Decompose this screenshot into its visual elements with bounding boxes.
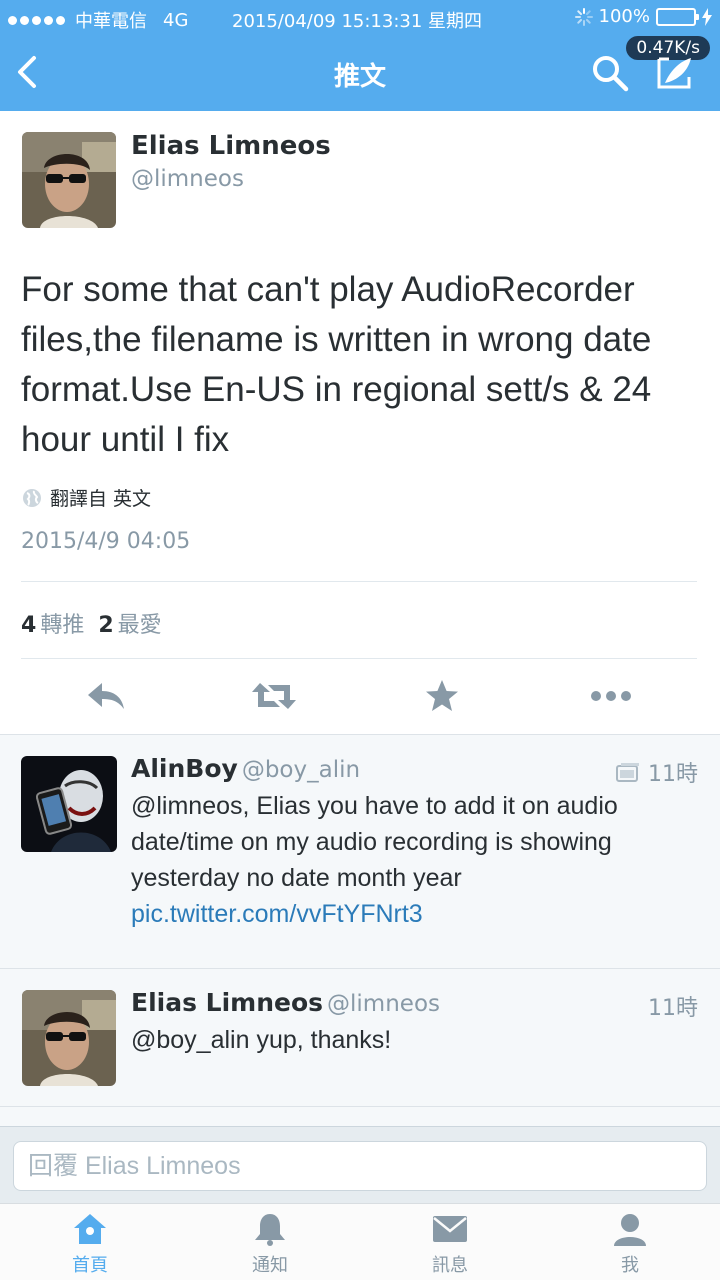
status-bar: 中華電信 4G 2015/04/09 15:13:31 星期四 100% xyxy=(0,0,720,36)
reply-text: @boy_alin yup, thanks! xyxy=(131,1026,392,1054)
reply-author-handle: @boy_alin xyxy=(241,757,361,783)
reply-timestamp: 11時 xyxy=(648,762,698,787)
tab-label: 我 xyxy=(621,1255,639,1276)
retweet-stat-label: 轉推 xyxy=(40,613,85,638)
star-icon xyxy=(426,680,458,711)
battery-percent: 100% xyxy=(598,6,650,27)
reply-bar xyxy=(0,1126,720,1203)
favorite-stat[interactable]: 2 最愛 xyxy=(98,607,161,639)
favorite-count: 2 xyxy=(98,613,114,638)
reply-author-name: Elias Limneos xyxy=(131,988,324,1017)
tab-label: 訊息 xyxy=(432,1255,468,1276)
author-handle[interactable]: @limneos xyxy=(131,166,244,192)
carrier-label: 中華電信 xyxy=(75,11,147,32)
tab-me[interactable]: 我 xyxy=(540,1204,720,1280)
compose-feather-icon xyxy=(657,57,691,89)
avatar[interactable] xyxy=(22,132,116,228)
tweet-text: For some that can't play AudioRecorder f… xyxy=(21,270,652,459)
translation-label: 翻譯自 英文 xyxy=(50,488,152,510)
network-label: 4G xyxy=(163,9,189,31)
favorite-stat-label: 最愛 xyxy=(117,613,162,638)
divider xyxy=(21,658,697,659)
divider xyxy=(0,1106,720,1107)
reply-author-handle: @limneos xyxy=(327,991,440,1017)
tab-label: 通知 xyxy=(252,1255,288,1276)
reply-author[interactable]: AlinBoy @boy_alin xyxy=(131,754,360,783)
tab-messages[interactable]: 訊息 xyxy=(360,1204,540,1280)
more-button[interactable] xyxy=(588,679,638,715)
search-button[interactable] xyxy=(590,53,630,93)
retweet-icon xyxy=(252,683,296,709)
envelope-icon xyxy=(433,1216,467,1242)
author-name[interactable]: Elias Limneos xyxy=(131,131,331,161)
tweet-timestamp: 2015/4/9 04:05 xyxy=(21,529,191,554)
tab-label: 首頁 xyxy=(72,1255,108,1276)
tweet-stats: 4 轉推 2 最愛 xyxy=(21,607,162,639)
list-item[interactable]: AlinBoy @boy_alin 11時 @limneos, Elias you… xyxy=(0,734,720,968)
globe-icon xyxy=(23,488,41,507)
reply-icon xyxy=(88,683,124,709)
bell-icon xyxy=(255,1214,285,1246)
retweet-count: 4 xyxy=(21,613,37,638)
divider xyxy=(21,581,697,582)
list-item[interactable]: Elias Limneos @limneos 11時 @boy_alin yup,… xyxy=(0,968,720,1106)
retweet-stat[interactable]: 4 轉推 xyxy=(21,607,84,639)
conversation-icon xyxy=(616,763,639,782)
avatar[interactable] xyxy=(21,756,117,852)
status-datetime: 2015/04/09 15:13:31 星期四 xyxy=(232,11,483,32)
reply-media-link[interactable]: pic.twitter.com/vvFtYFNrt3 xyxy=(131,896,701,932)
reply-author[interactable]: Elias Limneos @limneos xyxy=(131,988,440,1017)
reply-list: AlinBoy @boy_alin 11時 @limneos, Elias you… xyxy=(0,734,720,1126)
battery-icon xyxy=(656,7,699,26)
home-icon xyxy=(74,1214,106,1244)
charging-bolt-icon xyxy=(702,7,712,26)
app-header: 中華電信 4G 2015/04/09 15:13:31 星期四 100% 0.4… xyxy=(0,0,720,111)
avatar[interactable] xyxy=(22,990,116,1086)
reply-button[interactable] xyxy=(84,679,134,715)
tab-bar: 首頁 通知 訊息 我 xyxy=(0,1203,720,1280)
activity-spinner-icon xyxy=(574,7,593,26)
favorite-button[interactable] xyxy=(424,679,474,715)
retweet-button[interactable] xyxy=(250,679,300,715)
reply-timestamp: 11時 xyxy=(648,996,698,1021)
main-tweet: Elias Limneos @limneos For some that can… xyxy=(0,111,720,734)
reply-text: @limneos, Elias you have to add it on au… xyxy=(131,792,618,892)
search-icon xyxy=(593,56,629,92)
reply-author-name: AlinBoy xyxy=(131,754,238,783)
more-dots-icon xyxy=(591,691,631,701)
tweet-actions xyxy=(0,671,720,721)
signal-strength-icon xyxy=(8,15,65,25)
tab-home[interactable]: 首頁 xyxy=(0,1204,180,1280)
tab-notifications[interactable]: 通知 xyxy=(180,1204,360,1280)
compose-tweet-button[interactable] xyxy=(655,55,695,91)
translation-link[interactable]: 翻譯自 英文 xyxy=(22,484,151,511)
user-icon xyxy=(614,1214,646,1246)
reply-input[interactable] xyxy=(13,1141,707,1191)
